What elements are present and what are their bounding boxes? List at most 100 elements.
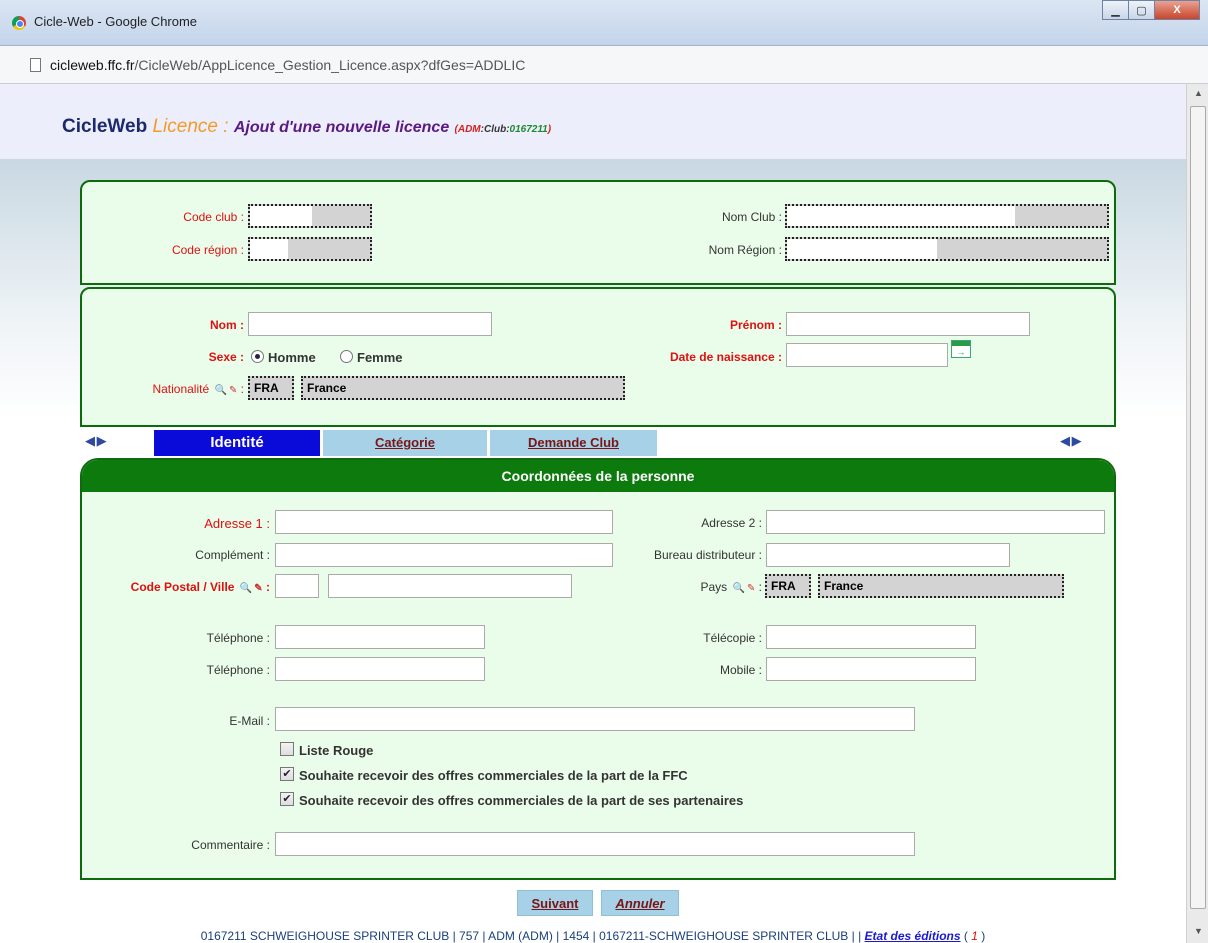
club-panel: Code club : Code région : Nom Club : Nom… bbox=[80, 180, 1116, 285]
coordonnees-panel: Coordonnées de la personne Adresse 1 : A… bbox=[80, 458, 1116, 880]
magnifier-icon[interactable]: 🔍 bbox=[732, 583, 744, 594]
adresse2-input[interactable] bbox=[766, 510, 1105, 534]
telephone1-input[interactable] bbox=[275, 625, 485, 649]
commentaire-input[interactable] bbox=[275, 832, 915, 856]
window-controls: ▁ ▢ X bbox=[1102, 0, 1200, 20]
nom-label: Nom : bbox=[210, 318, 244, 332]
url-host: cicleweb.ffc.fr bbox=[50, 57, 135, 73]
etat-editions-link[interactable]: Etat des éditions bbox=[865, 929, 961, 943]
nom-region-field bbox=[785, 237, 1109, 261]
ville-input[interactable] bbox=[328, 574, 572, 598]
complement-input[interactable] bbox=[275, 543, 613, 567]
tab-bar: ◀ ▶ Identité Catégorie Demande Club ◀ ▶ bbox=[80, 430, 1116, 456]
calendar-icon[interactable]: → bbox=[951, 340, 971, 358]
nationalite-label: Nationalité bbox=[152, 382, 210, 396]
page-title: CicleWeb Licence : Ajout d'une nouvelle … bbox=[62, 116, 551, 138]
offres-partenaires-checkbox[interactable]: ✔ bbox=[280, 792, 294, 806]
tab-categorie[interactable]: Catégorie bbox=[323, 430, 487, 456]
tab-identite[interactable]: Identité bbox=[154, 430, 320, 456]
prenom-label: Prénom : bbox=[729, 318, 782, 332]
sexe-homme-label: Homme bbox=[268, 350, 316, 365]
url-text[interactable]: cicleweb.ffc.fr/CicleWeb/AppLicence_Gest… bbox=[50, 57, 525, 73]
sexe-femme-label: Femme bbox=[357, 350, 403, 365]
magnifier-icon[interactable]: 🔍 bbox=[214, 385, 226, 396]
nationalite-name-field: France bbox=[301, 376, 625, 400]
email-label: E-Mail : bbox=[229, 714, 270, 728]
tab-demande-club[interactable]: Demande Club bbox=[490, 430, 657, 456]
code-club-label: Code club : bbox=[183, 210, 244, 224]
page-icon bbox=[30, 58, 41, 72]
coordonnees-title: Coordonnées de la personne bbox=[82, 460, 1114, 492]
cp-ville-label: Code Postal / Ville bbox=[130, 580, 235, 594]
offres-partenaires-label: Souhaite recevoir des offres commerciale… bbox=[299, 793, 744, 808]
liste-rouge-checkbox[interactable] bbox=[280, 742, 294, 756]
module-name: Licence bbox=[152, 116, 218, 137]
date-naissance-label: Date de naissance : bbox=[669, 350, 782, 364]
commentaire-label: Commentaire : bbox=[191, 838, 270, 852]
nom-input[interactable] bbox=[248, 312, 492, 336]
page-header: CicleWeb Licence : Ajout d'une nouvelle … bbox=[0, 84, 1186, 159]
footer-info: 0167211 SCHWEIGHOUSE SPRINTER CLUB | 757… bbox=[200, 929, 865, 943]
bureau-input[interactable] bbox=[766, 543, 1010, 567]
bureau-label: Bureau distributeur : bbox=[653, 548, 762, 562]
nationalite-label-group: Nationalité 🔍 ✎ : bbox=[152, 382, 244, 396]
nom-club-field bbox=[785, 204, 1109, 228]
scroll-thumb[interactable] bbox=[1190, 106, 1206, 909]
eraser-icon[interactable]: ✎ bbox=[254, 583, 262, 594]
person-panel: Nom : Prénom : Sexe : Homme Femme Date d… bbox=[80, 287, 1116, 427]
pays-label: Pays bbox=[700, 580, 728, 594]
telecopie-label: Télécopie : bbox=[703, 631, 762, 645]
scroll-up-icon[interactable]: ▲ bbox=[1194, 88, 1203, 98]
status-footer: 0167211 SCHWEIGHOUSE SPRINTER CLUB | 757… bbox=[200, 929, 986, 943]
telephone2-label: Téléphone : bbox=[206, 663, 270, 677]
prenom-input[interactable] bbox=[786, 312, 1030, 336]
editions-count: 1 bbox=[971, 929, 978, 943]
annuler-button[interactable]: Annuler bbox=[601, 890, 679, 916]
adresse2-label: Adresse 2 : bbox=[701, 516, 762, 530]
action-title: Ajout d'une nouvelle licence bbox=[233, 119, 450, 136]
magnifier-icon[interactable]: 🔍 bbox=[240, 583, 252, 594]
vertical-scrollbar[interactable]: ▲ ▼ bbox=[1186, 84, 1208, 943]
adresse1-label: Adresse 1 : bbox=[204, 516, 270, 531]
cp-ville-label-group: Code Postal / Ville 🔍 ✎ : bbox=[130, 580, 270, 594]
address-bar[interactable]: cicleweb.ffc.fr/CicleWeb/AppLicence_Gest… bbox=[0, 46, 1208, 84]
code-region-field bbox=[248, 237, 372, 261]
nom-club-label: Nom Club : bbox=[721, 210, 782, 224]
code-region-label: Code région : bbox=[171, 243, 244, 257]
offres-ffc-checkbox[interactable]: ✔ bbox=[280, 767, 294, 781]
context-info: (ADM:Club:0167211) bbox=[454, 124, 552, 135]
code-postal-input[interactable] bbox=[275, 574, 319, 598]
offres-ffc-label: Souhaite recevoir des offres commerciale… bbox=[299, 768, 688, 783]
chrome-icon bbox=[12, 16, 26, 30]
sexe-homme-radio[interactable] bbox=[251, 350, 264, 363]
code-club-field bbox=[248, 204, 372, 228]
title-separator: : bbox=[217, 116, 234, 137]
pays-name-field: France bbox=[818, 574, 1064, 598]
brand-name: CicleWeb bbox=[62, 116, 148, 137]
mobile-input[interactable] bbox=[766, 657, 976, 681]
tab-nav-left-arrows-icon[interactable]: ◀ ▶ bbox=[85, 433, 107, 449]
window-title: Cicle-Web - Google Chrome bbox=[34, 14, 198, 29]
email-input[interactable] bbox=[275, 707, 915, 731]
telephone1-label: Téléphone : bbox=[206, 631, 270, 645]
telephone2-input[interactable] bbox=[275, 657, 485, 681]
sexe-femme-radio[interactable] bbox=[340, 350, 353, 363]
minimize-button[interactable]: ▁ bbox=[1102, 0, 1129, 20]
pays-label-group: Pays 🔍 ✎ : bbox=[700, 580, 762, 594]
adresse1-input[interactable] bbox=[275, 510, 613, 534]
nationalite-code-field: FRA bbox=[248, 376, 294, 400]
mobile-label: Mobile : bbox=[719, 663, 762, 677]
date-naissance-input[interactable] bbox=[786, 343, 948, 367]
nom-region-label: Nom Région : bbox=[708, 243, 782, 257]
tab-nav-right-arrows-icon[interactable]: ◀ ▶ bbox=[1060, 433, 1082, 449]
maximize-button[interactable]: ▢ bbox=[1128, 0, 1155, 20]
window-titlebar: Cicle-Web - Google Chrome ▁ ▢ X bbox=[0, 0, 1208, 46]
telecopie-input[interactable] bbox=[766, 625, 976, 649]
liste-rouge-label: Liste Rouge bbox=[299, 743, 374, 758]
suivant-button[interactable]: Suivant bbox=[517, 890, 593, 916]
url-path: /CicleWeb/AppLicence_Gestion_Licence.asp… bbox=[134, 57, 526, 73]
close-button[interactable]: X bbox=[1154, 0, 1200, 20]
sexe-label: Sexe : bbox=[208, 350, 244, 364]
complement-label: Complément : bbox=[195, 548, 270, 562]
scroll-down-icon[interactable]: ▼ bbox=[1194, 926, 1203, 936]
